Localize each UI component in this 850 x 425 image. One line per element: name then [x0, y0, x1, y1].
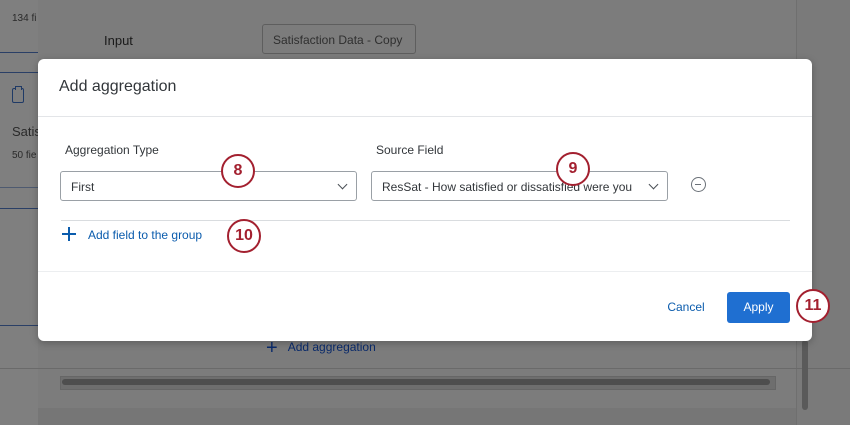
background-divider — [0, 187, 38, 188]
background-input-field: Satisfaction Data - Copy — [262, 24, 416, 54]
add-field-to-group-button[interactable]: Add field to the group — [62, 227, 202, 251]
background-file-count: 134 fi — [12, 13, 37, 24]
plus-icon — [62, 227, 76, 241]
clipboard-icon — [12, 86, 24, 103]
step-callout-9: 9 — [556, 152, 590, 186]
step-callout-10: 10 — [227, 219, 261, 253]
dialog-title: Add aggregation — [59, 78, 177, 95]
background-horizontal-scroll-thumb — [62, 379, 770, 385]
background-divider — [0, 325, 38, 326]
aggregation-type-value: First — [71, 180, 95, 194]
background-sidebar — [0, 0, 38, 425]
add-aggregation-dialog: Add aggregation Aggregation Type First S… — [38, 59, 812, 341]
background-card-name: Satis — [12, 124, 41, 139]
add-field-label: Add field to the group — [88, 228, 203, 242]
section-divider — [61, 220, 790, 221]
step-callout-11: 11 — [796, 289, 830, 323]
step-callout-8: 8 — [221, 154, 255, 188]
background-card-border — [0, 72, 38, 73]
aggregation-type-label: Aggregation Type — [65, 143, 159, 157]
source-field-value: ResSat - How satisfied or dissatisfied w… — [382, 180, 633, 194]
background-card-file-count: 50 fie — [12, 150, 37, 161]
source-field-label: Source Field — [376, 143, 444, 157]
cancel-button[interactable]: Cancel — [656, 292, 716, 322]
background-footer — [38, 408, 796, 425]
background-divider — [0, 52, 38, 53]
background-divider — [0, 368, 850, 369]
remove-field-icon[interactable] — [691, 177, 706, 192]
background-add-aggregation-label: Add aggregation — [287, 340, 376, 354]
dialog-footer-divider — [38, 271, 812, 272]
chevron-down-icon — [337, 179, 348, 190]
aggregation-type-select[interactable]: First — [60, 171, 357, 201]
background-divider — [0, 208, 38, 209]
background-vertical-scroll-thumb — [802, 340, 808, 410]
background-input-label: Input — [104, 33, 133, 48]
dialog-header: Add aggregation — [38, 59, 812, 117]
source-field-select[interactable]: ResSat - How satisfied or dissatisfied w… — [371, 171, 668, 201]
apply-button[interactable]: Apply — [727, 292, 790, 323]
chevron-down-icon — [648, 179, 659, 190]
